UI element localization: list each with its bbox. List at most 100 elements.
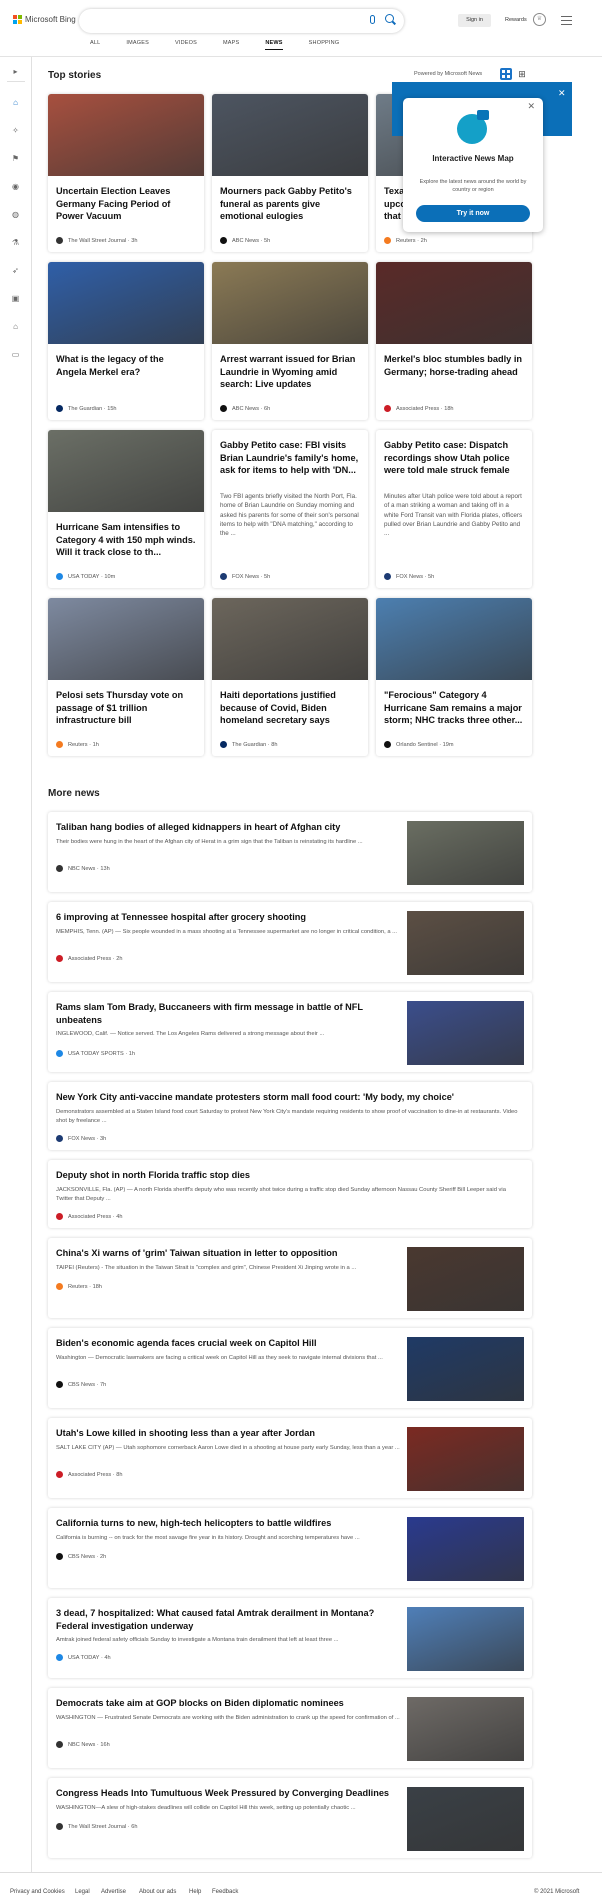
banner-close-icon[interactable]: ✕ bbox=[558, 88, 566, 99]
news-title[interactable]: Utah's Lowe killed in shooting less than… bbox=[56, 1427, 396, 1440]
news-title[interactable]: 6 improving at Tennessee hospital after … bbox=[56, 911, 396, 924]
microphone-icon[interactable] bbox=[370, 15, 375, 24]
tab-images[interactable]: IMAGES bbox=[126, 40, 149, 50]
news-row[interactable]: Democrats take aim at GOP blocks on Bide… bbox=[48, 1688, 532, 1768]
news-row[interactable]: China's Xi warns of 'grim' Taiwan situat… bbox=[48, 1238, 532, 1318]
story-card[interactable]: Uncertain Election Leaves Germany Facing… bbox=[48, 94, 204, 252]
menu-icon[interactable] bbox=[561, 16, 572, 27]
flag-icon[interactable]: ⚑ bbox=[11, 154, 20, 163]
home-icon[interactable]: ⌂ bbox=[11, 98, 20, 107]
tab-videos[interactable]: VIDEOS bbox=[175, 40, 197, 50]
story-card[interactable]: Arrest warrant issued for Brian Laundrie… bbox=[212, 262, 368, 420]
location-pin-icon[interactable]: ◉ bbox=[11, 182, 20, 191]
source-logo-icon bbox=[56, 1553, 63, 1560]
sparkle-icon[interactable]: ✧ bbox=[11, 126, 20, 135]
story-title[interactable]: Hurricane Sam intensifies to Category 4 … bbox=[56, 521, 196, 559]
story-image bbox=[48, 430, 204, 512]
news-title[interactable]: 3 dead, 7 hospitalized: What caused fata… bbox=[56, 1607, 396, 1632]
news-image bbox=[407, 1001, 524, 1065]
news-row[interactable]: Biden's economic agenda faces crucial we… bbox=[48, 1328, 532, 1408]
news-source: Associated Press · 8h bbox=[56, 1471, 122, 1478]
popup-close-icon[interactable]: ✕ bbox=[527, 101, 535, 112]
expand-icon[interactable]: ▸ bbox=[11, 67, 20, 76]
story-card[interactable]: Merkel's bloc stumbles badly in Germany;… bbox=[376, 262, 532, 420]
money-icon[interactable]: ▭ bbox=[11, 350, 20, 359]
story-card[interactable]: Haiti deportations justified because of … bbox=[212, 598, 368, 756]
trophy-icon[interactable]: ♕ bbox=[533, 13, 546, 26]
footer-link[interactable]: Privacy and Cookies bbox=[10, 1889, 65, 1895]
news-title[interactable]: Rams slam Tom Brady, Buccaneers with fir… bbox=[56, 1001, 396, 1026]
footer-link[interactable]: Advertise bbox=[101, 1889, 126, 1895]
rewards-link[interactable]: Rewards bbox=[505, 17, 527, 23]
story-title[interactable]: Gabby Petito case: FBI visits Brian Laun… bbox=[220, 439, 360, 477]
grid-view-icon[interactable] bbox=[500, 68, 512, 80]
news-description: California is burning -- on track for th… bbox=[56, 1535, 360, 1541]
story-card[interactable]: Gabby Petito case: FBI visits Brian Laun… bbox=[212, 430, 368, 588]
footer-link[interactable]: About our ads bbox=[139, 1889, 176, 1895]
story-title[interactable]: Arrest warrant issued for Brian Laundrie… bbox=[220, 353, 360, 391]
story-title[interactable]: Gabby Petito case: Dispatch recordings s… bbox=[384, 439, 524, 477]
try-it-now-button[interactable]: Try it now bbox=[416, 205, 530, 222]
news-row[interactable]: Utah's Lowe killed in shooting less than… bbox=[48, 1418, 532, 1498]
story-title[interactable]: Mourners pack Gabby Petito's funeral as … bbox=[220, 185, 360, 223]
search-icon[interactable] bbox=[385, 14, 394, 23]
footer-link[interactable]: Help bbox=[189, 1889, 201, 1895]
story-card[interactable]: Hurricane Sam intensifies to Category 4 … bbox=[48, 430, 204, 588]
story-title[interactable]: Uncertain Election Leaves Germany Facing… bbox=[56, 185, 196, 223]
news-row[interactable]: Rams slam Tom Brady, Buccaneers with fir… bbox=[48, 992, 532, 1072]
story-image bbox=[212, 598, 368, 680]
news-title[interactable]: Taliban hang bodies of alleged kidnapper… bbox=[56, 821, 396, 834]
news-image bbox=[407, 1427, 524, 1491]
footer-link[interactable]: Feedback bbox=[212, 1889, 238, 1895]
story-title[interactable]: Pelosi sets Thursday vote on passage of … bbox=[56, 689, 196, 727]
footer-link[interactable]: Legal bbox=[75, 1889, 90, 1895]
source-logo-icon bbox=[56, 1741, 63, 1748]
story-card[interactable]: Mourners pack Gabby Petito's funeral as … bbox=[212, 94, 368, 252]
news-title[interactable]: California turns to new, high-tech helic… bbox=[56, 1517, 396, 1530]
news-row[interactable]: 3 dead, 7 hospitalized: What caused fata… bbox=[48, 1598, 532, 1678]
story-card[interactable]: Pelosi sets Thursday vote on passage of … bbox=[48, 598, 204, 756]
news-row[interactable]: California turns to new, high-tech helic… bbox=[48, 1508, 532, 1588]
popup-description: Explore the latest news around the world… bbox=[419, 179, 527, 193]
tab-news[interactable]: NEWS bbox=[265, 40, 283, 50]
story-title[interactable]: Merkel's bloc stumbles badly in Germany;… bbox=[384, 353, 524, 378]
story-card[interactable]: What is the legacy of the Angela Merkel … bbox=[48, 262, 204, 420]
news-title[interactable]: New York City anti-vaccine mandate prote… bbox=[56, 1091, 522, 1104]
tab-shopping[interactable]: SHOPPING bbox=[309, 40, 340, 50]
news-row[interactable]: Congress Heads Into Tumultuous Week Pres… bbox=[48, 1778, 532, 1858]
tab-maps[interactable]: MAPS bbox=[223, 40, 239, 50]
popup-title: Interactive News Map bbox=[432, 154, 514, 163]
map-view-icon[interactable]: ⊞ bbox=[516, 68, 528, 80]
news-description: INGLEWOOD, Calif. — Notice served. The L… bbox=[56, 1031, 325, 1037]
news-row[interactable]: Taliban hang bodies of alleged kidnapper… bbox=[48, 812, 532, 892]
news-title[interactable]: Deputy shot in north Florida traffic sto… bbox=[56, 1169, 522, 1182]
source-logo-icon bbox=[56, 1213, 63, 1220]
news-title[interactable]: Congress Heads Into Tumultuous Week Pres… bbox=[56, 1787, 396, 1800]
story-title[interactable]: Haiti deportations justified because of … bbox=[220, 689, 360, 727]
entertainment-icon[interactable]: ▣ bbox=[11, 294, 20, 303]
news-source: NBC News · 16h bbox=[56, 1741, 110, 1748]
source-logo-icon bbox=[56, 1471, 63, 1478]
story-card[interactable]: "Ferocious" Category 4 Hurricane Sam rem… bbox=[376, 598, 532, 756]
news-title[interactable]: Biden's economic agenda faces crucial we… bbox=[56, 1337, 396, 1350]
news-row[interactable]: New York City anti-vaccine mandate prote… bbox=[48, 1082, 532, 1150]
story-title[interactable]: What is the legacy of the Angela Merkel … bbox=[56, 353, 196, 378]
search-input[interactable] bbox=[79, 9, 404, 33]
brand-label: Microsoft Bing bbox=[25, 15, 76, 24]
globe-icon[interactable]: ◍ bbox=[11, 210, 20, 219]
story-card[interactable]: Gabby Petito case: Dispatch recordings s… bbox=[376, 430, 532, 588]
news-row[interactable]: Deputy shot in north Florida traffic sto… bbox=[48, 1160, 532, 1228]
globe-map-icon bbox=[457, 110, 489, 144]
tab-all[interactable]: ALL bbox=[90, 40, 100, 50]
story-title[interactable]: "Ferocious" Category 4 Hurricane Sam rem… bbox=[384, 689, 524, 727]
science-icon[interactable]: ⚗ bbox=[11, 238, 20, 247]
bing-logo[interactable]: Microsoft Bing bbox=[13, 15, 76, 24]
sign-in-button[interactable]: Sign in bbox=[458, 14, 491, 27]
rocket-icon[interactable]: ➶ bbox=[11, 266, 20, 275]
header: Microsoft Bing Sign in Rewards ♕ ALL IMA… bbox=[0, 0, 602, 57]
news-row[interactable]: 6 improving at Tennessee hospital after … bbox=[48, 902, 532, 982]
politics-icon[interactable]: ⌂ bbox=[11, 322, 20, 331]
story-image bbox=[48, 598, 204, 680]
news-title[interactable]: China's Xi warns of 'grim' Taiwan situat… bbox=[56, 1247, 396, 1260]
news-title[interactable]: Democrats take aim at GOP blocks on Bide… bbox=[56, 1697, 396, 1710]
